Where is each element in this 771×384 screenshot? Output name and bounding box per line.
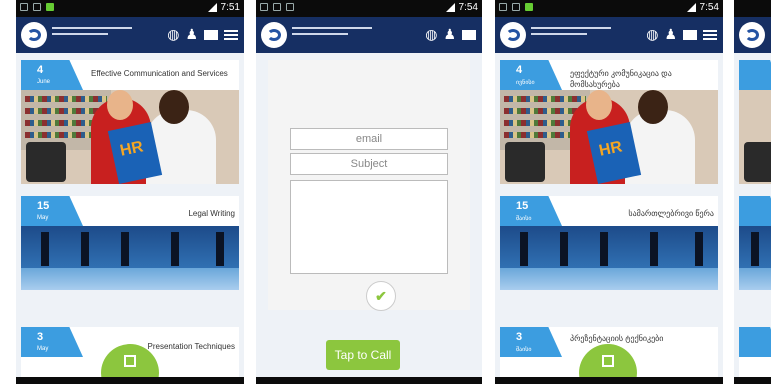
mail-icon[interactable]	[462, 29, 476, 40]
screen-partial	[734, 0, 771, 384]
date-month: May	[37, 346, 49, 352]
date-day: 15	[516, 200, 529, 212]
date-month: May	[37, 215, 49, 221]
event-title: ეფექტური კომუნიკაცია და მომსახურება	[570, 69, 672, 89]
date-badge: 3 მაისი	[500, 327, 562, 357]
event-title: პრეზენტაციის ტექნიკები	[570, 334, 664, 343]
date-badge: 4 June	[21, 60, 83, 90]
event-card[interactable]: 15 May Legal Writing	[21, 196, 239, 290]
signal-icon	[686, 3, 696, 12]
menu-icon[interactable]	[224, 29, 238, 40]
academy-name	[52, 27, 132, 39]
menu-icon[interactable]	[703, 29, 717, 40]
event-photo	[500, 90, 718, 184]
signal-icon	[207, 3, 217, 12]
status-bar: 7:51	[16, 0, 244, 17]
notification-icon	[525, 3, 533, 11]
screen-contact-form: 7:54 ◍ ♟ email Subject ✔ Tap to Call	[256, 0, 482, 384]
notification-icon	[33, 3, 41, 11]
notification-icon	[499, 3, 507, 11]
app-header: ◍ ♟	[16, 17, 244, 53]
calendar-icon	[124, 355, 136, 367]
event-card[interactable]: 4 ივნისი ეფექტური კომუნიკაცია და მომსახურ…	[500, 60, 718, 184]
date-month: ივნისი	[516, 80, 535, 86]
academy-logo[interactable]	[500, 22, 526, 48]
academy-name	[531, 27, 611, 39]
subject-field[interactable]: Subject	[290, 153, 448, 175]
status-bar: 7:54	[256, 0, 482, 17]
event-photo	[21, 226, 239, 290]
academy-logo[interactable]	[21, 22, 47, 48]
date-month: მაისი	[516, 347, 532, 353]
date-day: 4	[516, 64, 523, 76]
mail-icon[interactable]	[204, 29, 218, 40]
status-bar	[734, 0, 771, 17]
date-day: 4	[37, 64, 44, 76]
status-time: 7:54	[458, 2, 478, 13]
date-badge: 3 May	[21, 327, 83, 357]
date-badge: 15 მაისი	[500, 196, 562, 226]
notification-icon	[46, 3, 54, 11]
notification-icon	[273, 3, 281, 11]
event-card	[739, 327, 771, 377]
event-title: Effective Communication and Services	[91, 69, 228, 78]
date-month: June	[37, 79, 51, 85]
date-day: 3	[516, 331, 523, 343]
event-title: სამართლებრივი წერა	[628, 209, 714, 218]
globe-icon[interactable]: ◍	[425, 26, 437, 43]
app-header	[734, 17, 771, 53]
check-icon: ✔	[375, 288, 387, 304]
app-header: ◍ ♟	[256, 17, 482, 53]
event-card	[739, 60, 771, 184]
date-month: მაისი	[516, 216, 532, 222]
event-photo	[21, 90, 239, 184]
notification-icon	[286, 3, 294, 11]
app-header: ◍ ♟	[495, 17, 723, 53]
mail-icon[interactable]	[683, 29, 697, 40]
notification-icon	[512, 3, 520, 11]
date-badge: 4 ივნისი	[500, 60, 562, 90]
event-card	[739, 196, 771, 290]
globe-icon[interactable]: ◍	[646, 26, 658, 43]
academy-logo	[739, 22, 765, 48]
academy-name	[292, 27, 372, 39]
status-bar: 7:54	[495, 0, 723, 17]
person-icon[interactable]: ♟	[443, 26, 456, 43]
message-field[interactable]	[290, 180, 448, 274]
date-badge: 15 May	[21, 196, 83, 226]
event-card[interactable]: 4 June Effective Communication and Servic…	[21, 60, 239, 184]
person-icon[interactable]: ♟	[185, 26, 198, 43]
email-field[interactable]: email	[290, 128, 448, 150]
tap-to-call-button[interactable]: Tap to Call	[326, 340, 400, 370]
date-day: 15	[37, 200, 50, 212]
academy-logo[interactable]	[261, 22, 287, 48]
screen-events-georgian: 7:54 ◍ ♟ 4 ივნისი ეფექტური კომუნიკაცია და…	[495, 0, 723, 384]
person-icon[interactable]: ♟	[664, 26, 677, 43]
signal-icon	[445, 3, 455, 12]
event-photo	[500, 226, 718, 290]
contact-form: email Subject ✔	[268, 60, 470, 311]
status-time: 7:51	[220, 2, 240, 13]
submit-button[interactable]: ✔	[366, 281, 396, 311]
notification-icon	[20, 3, 28, 11]
event-title: Legal Writing	[188, 209, 235, 218]
screen-events-english: 7:51 ◍ ♟ 4 June Effective Communication a…	[16, 0, 244, 384]
calendar-icon	[602, 355, 614, 367]
status-time: 7:54	[699, 2, 719, 13]
event-card[interactable]: 15 მაისი სამართლებრივი წერა	[500, 196, 718, 290]
date-day: 3	[37, 331, 44, 343]
globe-icon[interactable]: ◍	[167, 26, 179, 43]
notification-icon	[260, 3, 268, 11]
event-title: Presentation Techniques	[147, 342, 235, 351]
